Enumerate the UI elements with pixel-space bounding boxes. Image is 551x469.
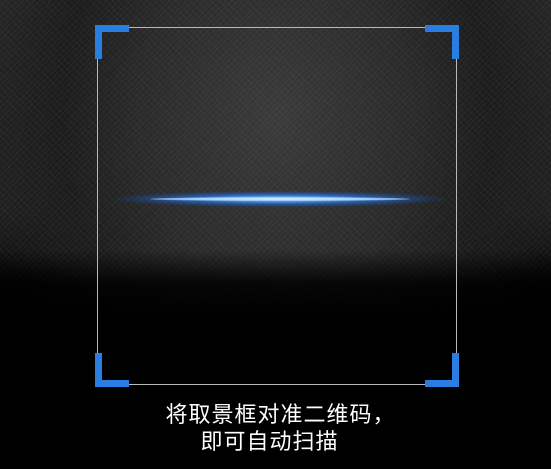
scan-hint-line-2: 即可自动扫描 [200,430,339,455]
scan-hint: 将取景框对准二维码， 即可自动扫描 [0,402,551,456]
corner-bottom-left-icon [95,353,129,387]
corner-top-right-icon [425,25,459,59]
corner-top-left-icon [95,25,129,59]
corner-bottom-right-icon [425,353,459,387]
qr-scanner-screen: 将取景框对准二维码， 即可自动扫描 [0,0,551,469]
scan-hint-line-1: 将取景框对准二维码， [165,403,396,428]
scan-line-core [150,197,410,201]
